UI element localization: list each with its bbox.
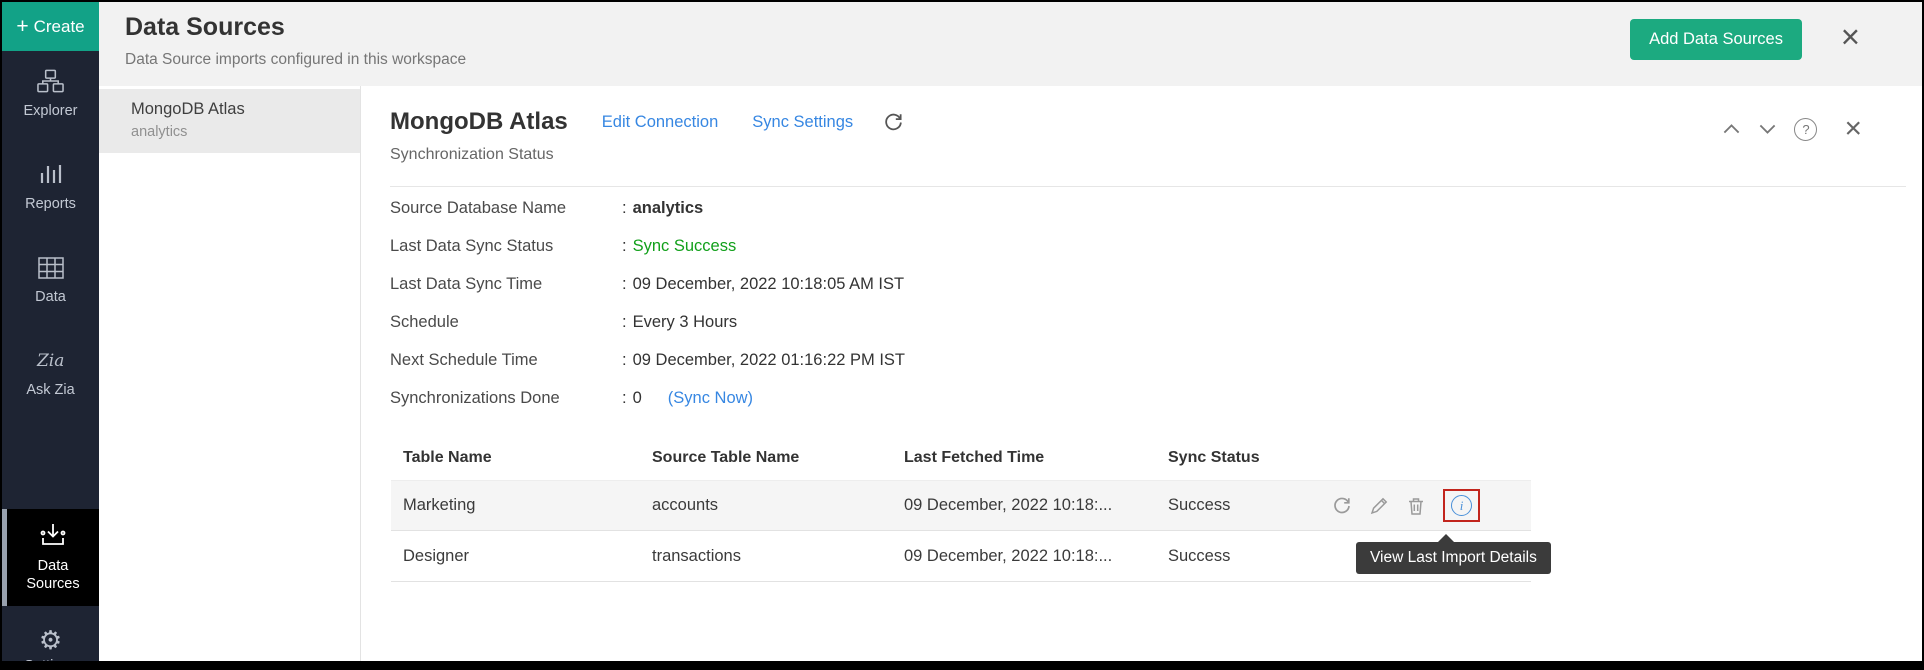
status-value: 0 (633, 389, 642, 408)
highlight-box: i (1443, 489, 1480, 522)
sidebar-item-label: Reports (25, 196, 76, 212)
sync-now-link[interactable]: (Sync Now) (668, 389, 753, 408)
zia-icon: Zia (35, 347, 67, 377)
close-icon[interactable]: × (1841, 20, 1860, 53)
table-row-marketing[interactable]: Marketing accounts 09 December, 2022 10:… (391, 480, 1531, 531)
status-row-source-database: Source Database Name : analytics (390, 189, 905, 227)
row-actions: i (1332, 489, 1531, 522)
status-row-next-schedule: Next Schedule Time : 09 December, 2022 0… (390, 341, 905, 379)
status-row-last-sync-status: Last Data Sync Status : Sync Success (390, 227, 905, 265)
status-label: Last Data Sync Time (390, 275, 622, 294)
cell-table-name: Marketing (391, 496, 652, 515)
cell-table-name: Designer (391, 547, 652, 566)
sidebar-item-label: Ask Zia (26, 382, 74, 398)
column-header: Source Table Name (652, 449, 904, 467)
sidebar-item-label: Data Sources (26, 557, 79, 593)
status-label: Source Database Name (390, 199, 622, 218)
column-header: Last Fetched Time (904, 449, 1168, 467)
edit-icon[interactable] (1369, 496, 1389, 516)
source-database: analytics (131, 124, 346, 140)
detail-close-icon[interactable]: × (1844, 114, 1862, 144)
sync-icon[interactable] (1332, 496, 1352, 516)
sidebar-item-label: Data (35, 289, 66, 305)
sidebar-item-label: Settings (24, 658, 76, 670)
colon: : (622, 313, 627, 332)
status-value: Sync Success (633, 237, 737, 256)
source-list-item-mongodb-atlas[interactable]: MongoDB Atlas analytics (99, 89, 360, 153)
status-row-last-sync-time: Last Data Sync Time : 09 December, 2022 … (390, 265, 905, 303)
table-header-row: Table Name Source Table Name Last Fetche… (391, 436, 1531, 480)
sidebar-item-ask-zia[interactable]: Zia Ask Zia (2, 340, 99, 405)
svg-text:Zia: Zia (36, 351, 64, 371)
status-row-schedule: Schedule : Every 3 Hours (390, 303, 905, 341)
data-sources-window: + Create Explorer Reports (0, 0, 1924, 670)
info-icon[interactable]: i (1451, 495, 1472, 516)
section-title: Synchronization Status (390, 146, 554, 164)
page-title: Data Sources (125, 13, 285, 42)
cell-source-table-name: accounts (652, 496, 904, 515)
section-divider (390, 186, 1906, 187)
sidebar-item-settings[interactable]: ⚙ Settings (2, 620, 99, 670)
status-label: Synchronizations Done (390, 389, 622, 408)
sidebar-item-reports[interactable]: Reports (2, 154, 99, 219)
tooltip: View Last Import Details (1356, 542, 1551, 574)
gear-icon: ⚙ (39, 627, 62, 653)
sidebar: + Create Explorer Reports (2, 2, 99, 661)
detail-title: MongoDB Atlas (390, 108, 568, 136)
add-data-sources-button[interactable]: Add Data Sources (1630, 19, 1802, 60)
status-row-syncs-done: Synchronizations Done : 0 (Sync Now) (390, 379, 905, 417)
column-header: Table Name (391, 449, 652, 467)
column-header: Sync Status (1168, 449, 1332, 467)
chevron-up-icon[interactable] (1722, 123, 1741, 135)
sidebar-item-explorer[interactable]: Explorer (2, 61, 99, 126)
sync-settings-link[interactable]: Sync Settings (752, 113, 853, 132)
explorer-icon (37, 68, 64, 98)
status-value: Every 3 Hours (633, 313, 738, 332)
page-header: Data Sources Data Source imports configu… (99, 2, 1922, 86)
tooltip-caret-icon (1438, 534, 1454, 542)
refresh-icon[interactable] (883, 112, 904, 133)
colon: : (622, 199, 627, 218)
data-sources-import-icon (39, 522, 67, 552)
cell-sync-status: Success (1168, 547, 1332, 566)
detail-header: MongoDB Atlas Edit Connection Sync Setti… (390, 108, 904, 136)
detail-toolbar: ? × (1722, 114, 1862, 144)
data-table-icon (38, 256, 64, 284)
status-label: Schedule (390, 313, 622, 332)
chevron-down-icon[interactable] (1758, 123, 1777, 135)
colon: : (622, 275, 627, 294)
tooltip-text: View Last Import Details (1370, 549, 1537, 566)
sync-status-list: Source Database Name : analytics Last Da… (390, 189, 905, 417)
colon: : (622, 351, 627, 370)
colon: : (622, 237, 627, 256)
reports-icon (38, 161, 64, 191)
status-label: Next Schedule Time (390, 351, 622, 370)
source-list-panel: MongoDB Atlas analytics (99, 86, 361, 661)
status-value: 09 December, 2022 10:18:05 AM IST (633, 275, 905, 294)
cell-last-fetched-time: 09 December, 2022 10:18:... (904, 547, 1168, 566)
status-label: Last Data Sync Status (390, 237, 622, 256)
sidebar-item-label: Explorer (24, 103, 78, 119)
help-icon[interactable]: ? (1794, 118, 1817, 141)
cell-sync-status: Success (1168, 496, 1332, 515)
detail-pane: MongoDB Atlas Edit Connection Sync Setti… (361, 86, 1922, 661)
sidebar-item-data[interactable]: Data (2, 249, 99, 312)
create-button[interactable]: + Create (2, 2, 99, 51)
status-value: 09 December, 2022 01:16:22 PM IST (633, 351, 905, 370)
cell-source-table-name: transactions (652, 547, 904, 566)
cell-last-fetched-time: 09 December, 2022 10:18:... (904, 496, 1168, 515)
sidebar-item-data-sources[interactable]: Data Sources (2, 509, 99, 606)
create-button-label: Create (34, 17, 85, 37)
colon: : (622, 389, 627, 408)
source-name: MongoDB Atlas (131, 100, 346, 119)
delete-icon[interactable] (1406, 496, 1426, 516)
page-subtitle: Data Source imports configured in this w… (125, 51, 466, 69)
edit-connection-link[interactable]: Edit Connection (602, 113, 719, 132)
status-value: analytics (633, 199, 704, 218)
plus-icon: + (16, 16, 28, 37)
